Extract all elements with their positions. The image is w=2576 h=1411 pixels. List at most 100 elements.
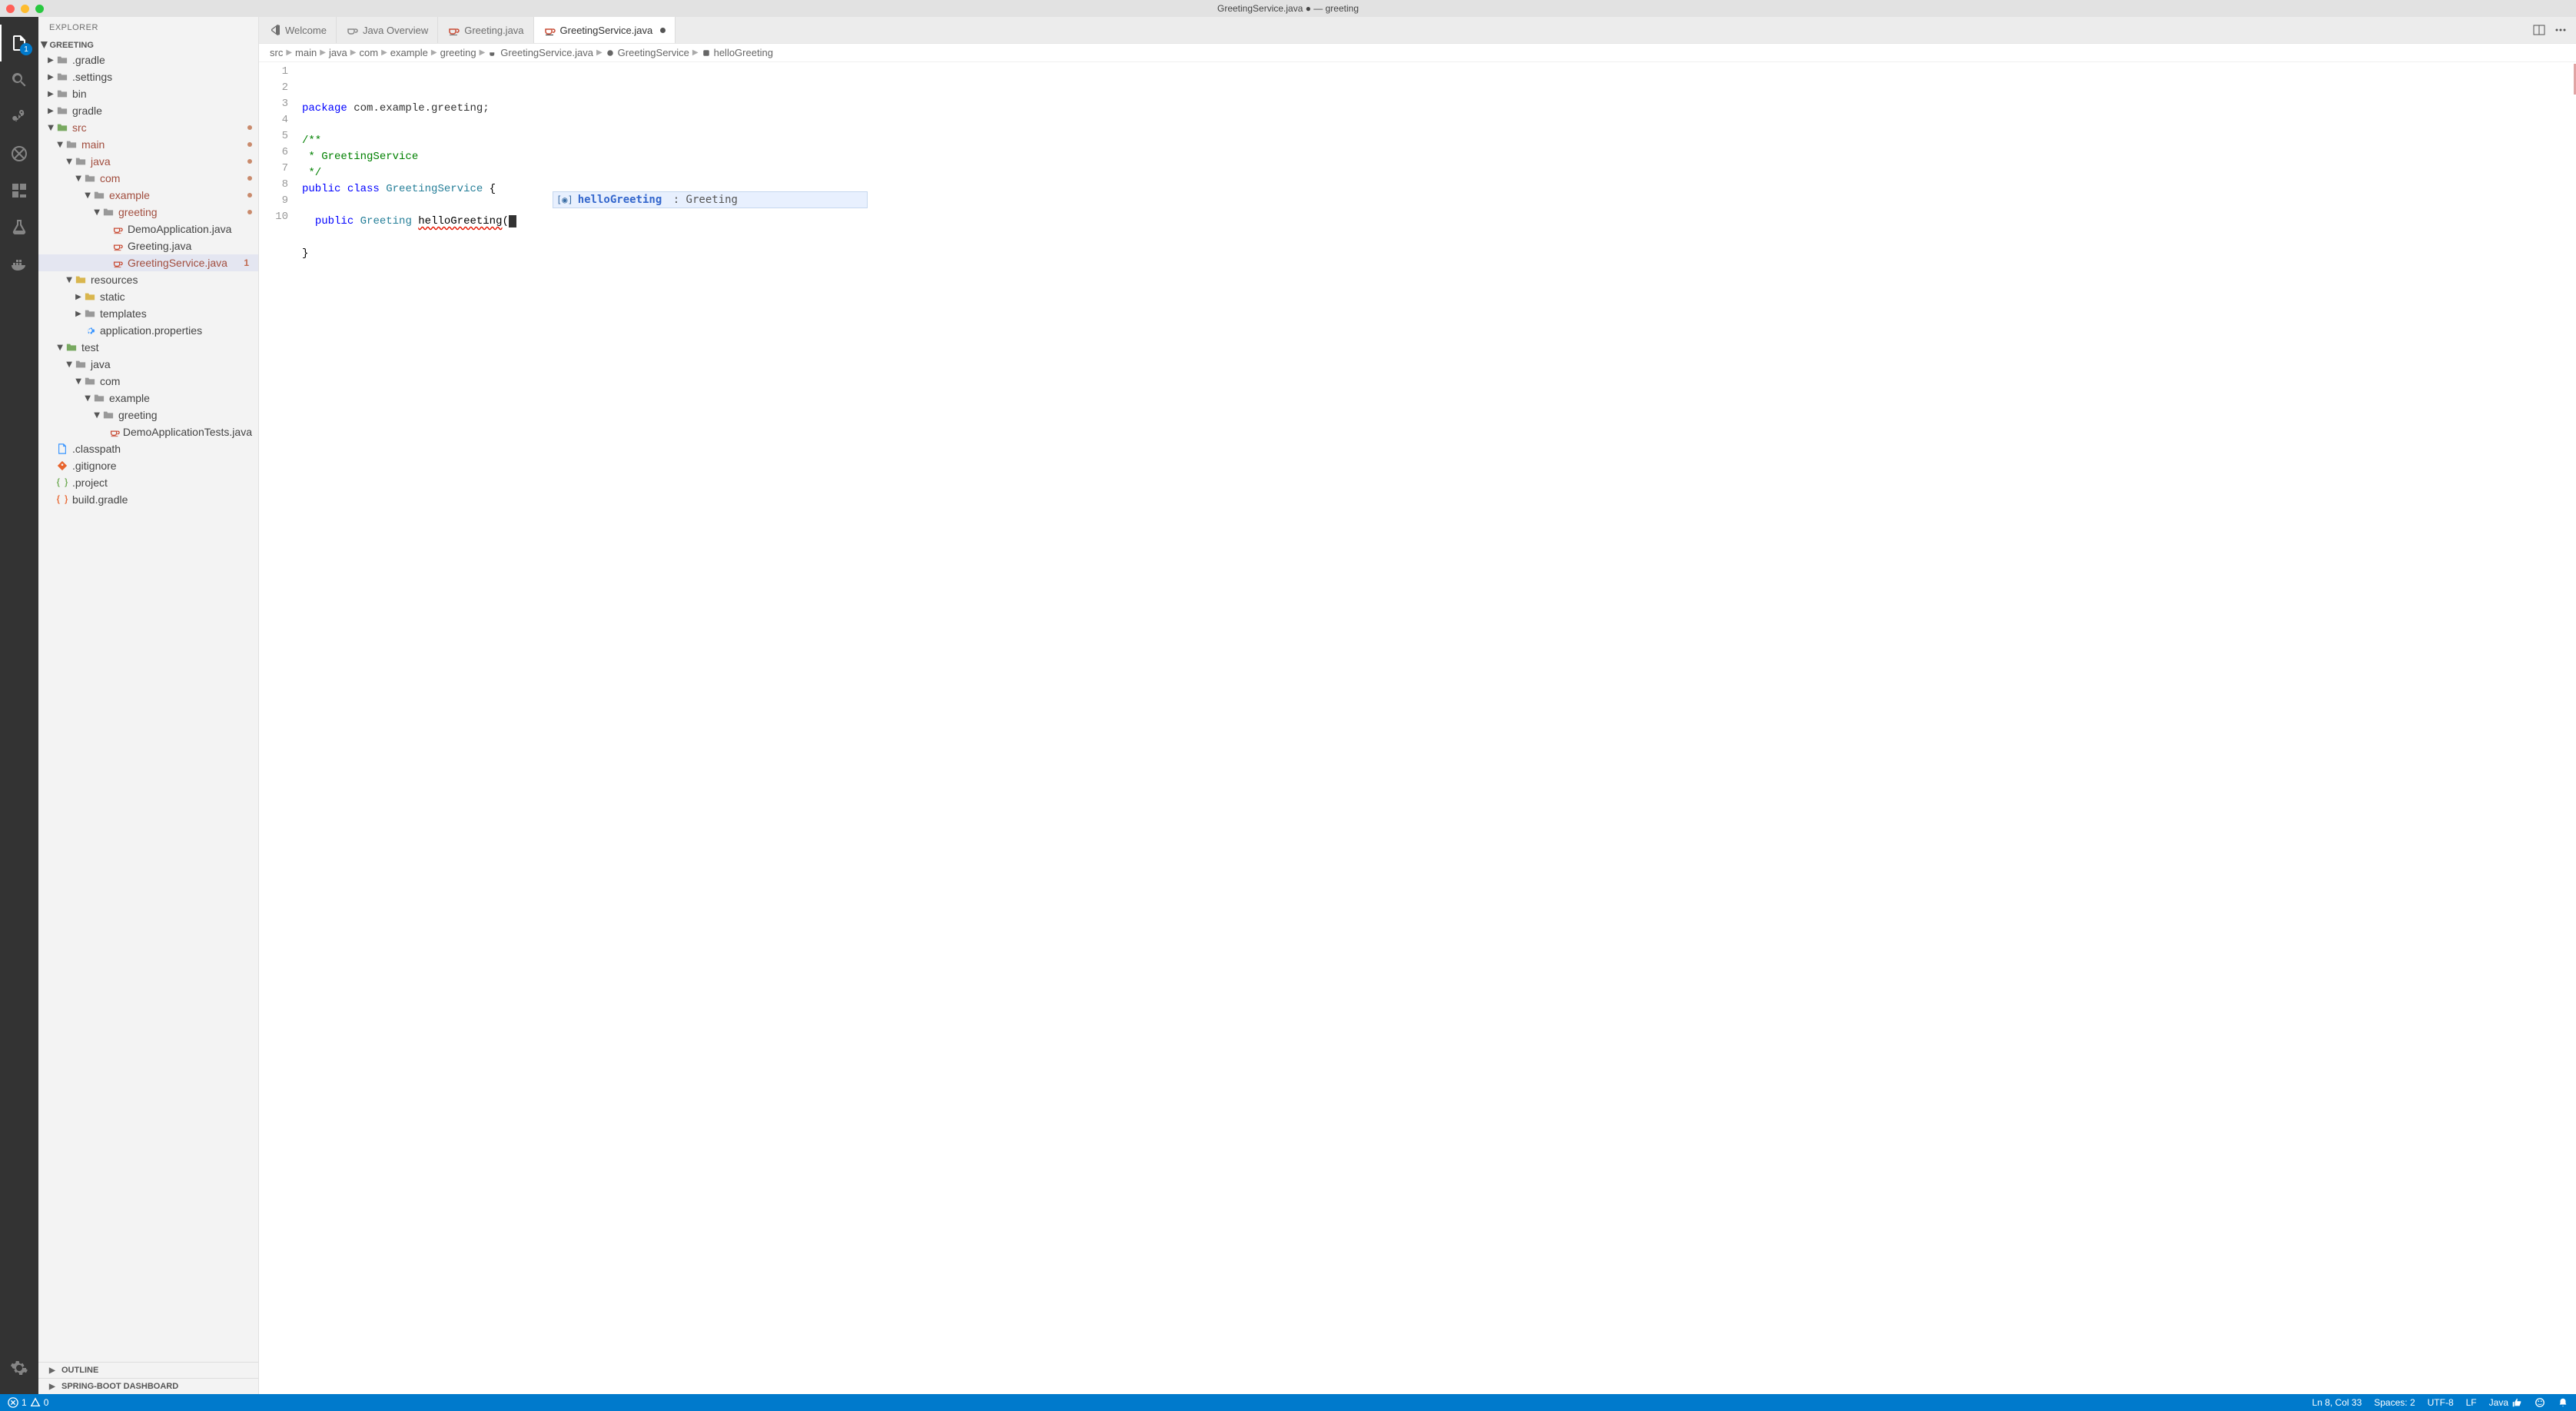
sidebar-header: EXPLORER xyxy=(38,17,258,38)
more-actions-icon[interactable] xyxy=(2554,24,2567,36)
bell-icon xyxy=(2558,1397,2568,1408)
status-language[interactable]: Java xyxy=(2489,1397,2522,1408)
scm-activity[interactable] xyxy=(0,98,38,135)
line-number: 8 xyxy=(259,177,302,193)
breadcrumb-label: com xyxy=(360,47,379,58)
status-errors[interactable]: 1 0 xyxy=(8,1397,48,1408)
gear-icon xyxy=(10,1359,28,1377)
config-file-icon xyxy=(55,494,69,505)
window-maximize-button[interactable] xyxy=(35,5,44,13)
tree-row[interactable]: .gitignore xyxy=(38,457,258,474)
java-file-icon xyxy=(109,427,120,437)
tree-row[interactable]: ▶test xyxy=(38,339,258,356)
vscode-icon xyxy=(268,24,281,36)
editor-tab[interactable]: GreetingService.java xyxy=(534,17,676,43)
folder-icon xyxy=(92,393,106,403)
breadcrumb-item[interactable]: GreetingService.java xyxy=(488,47,593,58)
folder-icon xyxy=(101,410,115,420)
docker-icon xyxy=(10,255,28,274)
method-icon xyxy=(702,48,711,58)
java-file-icon xyxy=(488,48,497,58)
status-feedback[interactable] xyxy=(2535,1397,2545,1408)
twisty-icon: ▶ xyxy=(74,310,83,318)
status-eol[interactable]: LF xyxy=(2466,1397,2477,1408)
breadcrumb-item[interactable]: example xyxy=(390,47,428,58)
git-file-icon xyxy=(55,460,69,471)
status-line-col[interactable]: Ln 8, Col 33 xyxy=(2312,1397,2362,1408)
tree-section-header[interactable]: ▶ GREETING xyxy=(38,38,258,51)
folder-icon xyxy=(83,291,97,302)
editor-tab[interactable]: Welcome xyxy=(259,17,337,43)
breadcrumb-label: main xyxy=(295,47,317,58)
tree-row[interactable]: ▶main xyxy=(38,136,258,153)
status-encoding[interactable]: UTF-8 xyxy=(2428,1397,2454,1408)
modified-dot xyxy=(247,142,252,147)
tree-row[interactable]: ▶static xyxy=(38,288,258,305)
tree-row[interactable]: ▶java xyxy=(38,153,258,170)
editor-tab[interactable]: Greeting.java xyxy=(438,17,533,43)
search-activity[interactable] xyxy=(0,61,38,98)
tree-row[interactable]: ▶src xyxy=(38,119,258,136)
tree-row[interactable]: ▶java xyxy=(38,356,258,373)
twisty-icon: ▶ xyxy=(56,140,65,149)
twisty-icon: ▶ xyxy=(93,410,101,420)
tree-row[interactable]: ▶gradle xyxy=(38,102,258,119)
tree-row[interactable]: ▶example xyxy=(38,187,258,204)
smiley-icon xyxy=(2535,1397,2545,1408)
breadcrumb-item[interactable]: main xyxy=(295,47,317,58)
test-activity[interactable] xyxy=(0,209,38,246)
window-minimize-button[interactable] xyxy=(21,5,29,13)
breadcrumb-item[interactable]: src xyxy=(270,47,283,58)
tree-row[interactable]: ▶example xyxy=(38,390,258,407)
breadcrumb-item[interactable]: greeting xyxy=(440,47,476,58)
breadcrumb-item[interactable]: java xyxy=(329,47,347,58)
line-number: 1 xyxy=(259,64,302,80)
tree-item-label: com xyxy=(100,375,120,387)
breadcrumb-item[interactable]: com xyxy=(360,47,379,58)
tree-item-label: GreetingService.java xyxy=(128,257,227,269)
outline-section[interactable]: ▶ OUTLINE xyxy=(38,1362,258,1378)
tree-row[interactable]: DemoApplication.java xyxy=(38,221,258,237)
tree-row[interactable]: build.gradle xyxy=(38,491,258,508)
tree-row[interactable]: ▶com xyxy=(38,170,258,187)
window-close-button[interactable] xyxy=(6,5,15,13)
tree-row[interactable]: ▶bin xyxy=(38,85,258,102)
breadcrumb-item[interactable]: GreetingService xyxy=(606,47,689,58)
line-number: 4 xyxy=(259,112,302,128)
intellisense-popup[interactable]: [◉]helloGreeting : Greeting xyxy=(553,191,868,208)
status-notifications[interactable] xyxy=(2558,1397,2568,1408)
tree-row[interactable]: .project xyxy=(38,474,258,491)
tree-row[interactable]: DemoApplicationTests.java xyxy=(38,423,258,440)
tree-row[interactable]: ▶.gradle xyxy=(38,51,258,68)
tree-row[interactable]: GreetingService.java1 xyxy=(38,254,258,271)
tree-row[interactable]: .classpath xyxy=(38,440,258,457)
editor-tab[interactable]: Java Overview xyxy=(337,17,438,43)
tree-row[interactable]: ▶templates xyxy=(38,305,258,322)
explorer-activity[interactable]: 1 xyxy=(0,25,38,61)
springboot-section[interactable]: ▶ SPRING-BOOT DASHBOARD xyxy=(38,1378,258,1394)
tree-row[interactable]: application.properties xyxy=(38,322,258,339)
tree-row[interactable]: ▶com xyxy=(38,373,258,390)
statusbar: 1 0 Ln 8, Col 33 Spaces: 2 UTF-8 LF Java xyxy=(0,1394,2576,1411)
breadcrumb-label: greeting xyxy=(440,47,476,58)
tree-row[interactable]: ▶.settings xyxy=(38,68,258,85)
extensions-activity[interactable] xyxy=(0,172,38,209)
split-editor-icon[interactable] xyxy=(2533,24,2545,36)
breadcrumb-separator: ▶ xyxy=(692,48,699,57)
tree-row[interactable]: ▶greeting xyxy=(38,407,258,423)
tree-row[interactable]: ▶greeting xyxy=(38,204,258,221)
status-spaces[interactable]: Spaces: 2 xyxy=(2374,1397,2415,1408)
editor-body[interactable]: 12345678910 package com.example.greeting… xyxy=(259,62,2576,1394)
tree-row[interactable]: Greeting.java xyxy=(38,237,258,254)
settings-activity[interactable] xyxy=(0,1350,38,1386)
breadcrumb-item[interactable]: helloGreeting xyxy=(702,47,773,58)
docker-activity[interactable] xyxy=(0,246,38,283)
debug-activity[interactable] xyxy=(0,135,38,172)
line-number: 6 xyxy=(259,144,302,161)
tree-row[interactable]: ▶resources xyxy=(38,271,258,288)
code-content[interactable]: package com.example.greeting;/** * Greet… xyxy=(302,62,2576,1394)
config-file-icon xyxy=(55,477,69,488)
breadcrumb-separator: ▶ xyxy=(480,48,486,57)
tab-label: Java Overview xyxy=(363,25,428,36)
twisty-icon: ▶ xyxy=(65,157,74,166)
